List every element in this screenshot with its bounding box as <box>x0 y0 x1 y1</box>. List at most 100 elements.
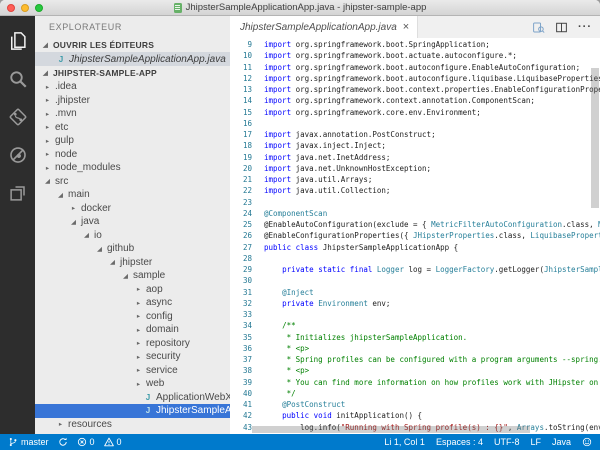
tree-item-service[interactable]: ▸service <box>35 364 230 378</box>
close-window-button[interactable] <box>7 4 15 12</box>
status-encoding[interactable]: UTF-8 <box>494 437 520 447</box>
line-number: 35 <box>230 332 252 343</box>
tree-item-docker[interactable]: ▸docker <box>35 202 230 216</box>
tree-item-node-modules[interactable]: ▸node_modules <box>35 161 230 175</box>
tree-item-main[interactable]: ◢main <box>35 188 230 202</box>
line-number: 13 <box>230 84 252 95</box>
code-text: @ComponentScan <box>264 208 327 219</box>
status-git-branch[interactable]: master <box>8 437 49 447</box>
code-text: import javax.annotation.PostConstruct; <box>264 129 436 140</box>
tab-close-icon[interactable]: × <box>403 22 409 33</box>
tree-item-node[interactable]: ▸node <box>35 148 230 162</box>
twistie-expanded-icon: ◢ <box>41 69 50 77</box>
tree-item-label: security <box>146 351 180 362</box>
code-line: 39 * You can find more information on ho… <box>230 377 600 388</box>
tree-item-async[interactable]: ▸async <box>35 296 230 310</box>
feedback-smiley-icon <box>582 437 592 447</box>
code-line: 42 public void initApplication() { <box>230 410 600 421</box>
code-text: private Environment env; <box>264 298 390 309</box>
tree-item-jhipster[interactable]: ◢jhipster <box>35 256 230 270</box>
tree-item-src[interactable]: ◢src <box>35 175 230 189</box>
code-line: 17import javax.annotation.PostConstruct; <box>230 129 600 140</box>
tree-item-security[interactable]: ▸security <box>35 350 230 364</box>
tree-item-github[interactable]: ◢github <box>35 242 230 256</box>
status-error-count-label: 0 <box>90 437 95 447</box>
tree-item-java[interactable]: ◢java <box>35 215 230 229</box>
open-editor-item[interactable]: JJhipsterSampleApplicationApp.javasrc/m.… <box>35 52 230 66</box>
status-bar-right: Li 1, Col 1 Espaces : 4 UTF-8 LF Java <box>384 437 592 447</box>
status-indentation[interactable]: Espaces : 4 <box>436 437 483 447</box>
tree-item-web[interactable]: ▸web <box>35 377 230 391</box>
java-file-icon <box>174 3 182 13</box>
status-error-count[interactable]: 0 <box>77 437 95 447</box>
tree-item--jhipster[interactable]: ▸.jhipster <box>35 94 230 108</box>
tab-label: JhipsterSampleApplicationApp.java <box>240 22 397 33</box>
explorer-icon[interactable] <box>0 22 35 60</box>
source-control-icon[interactable] <box>0 98 35 136</box>
tree-item-label: domain <box>146 324 179 335</box>
zoom-window-button[interactable] <box>35 4 43 12</box>
java-file-icon: J <box>143 393 153 402</box>
tree-item-jhipstersampleapplicationapp-java[interactable]: JJhipsterSampleApplicationApp.java <box>35 404 230 418</box>
vertical-scrollbar[interactable] <box>591 68 599 208</box>
status-feedback[interactable] <box>582 437 592 447</box>
code-text: import org.springframework.boot.SpringAp… <box>264 39 490 50</box>
code-line: 36 * <p> <box>230 343 600 354</box>
line-number: 25 <box>230 219 252 230</box>
code-line: 41 @PostConstruct <box>230 399 600 410</box>
status-end-of-line-label: LF <box>530 437 541 447</box>
code-text: private static final Logger log = Logger… <box>264 264 600 275</box>
status-warning-count[interactable]: 0 <box>104 437 122 447</box>
more-actions-icon[interactable]: ··· <box>578 21 592 33</box>
status-cursor-position[interactable]: Li 1, Col 1 <box>384 437 425 447</box>
tree-item--mvn[interactable]: ▸.mvn <box>35 107 230 121</box>
project-section-header[interactable]: ◢ JHIPSTER-SAMPLE-APP <box>35 66 230 80</box>
tree-item-domain[interactable]: ▸domain <box>35 323 230 337</box>
extensions-icon[interactable] <box>0 174 35 212</box>
code-line: 22import java.util.Collection; <box>230 185 600 196</box>
tab-jhipstersampleapplicationapp[interactable]: JhipsterSampleApplicationApp.java × <box>230 16 418 38</box>
open-editors-section-header[interactable]: ◢ OUVRIR LES ÉDITEURS <box>35 38 230 52</box>
search-icon[interactable] <box>0 60 35 98</box>
twistie-collapsed-icon: ▸ <box>43 150 52 158</box>
project-label: JHIPSTER-SAMPLE-APP <box>53 68 157 78</box>
tree-item-applicationwebxml-java[interactable]: JApplicationWebXml.java <box>35 391 230 405</box>
tree-item--idea[interactable]: ▸.idea <box>35 80 230 94</box>
tree-item-resources[interactable]: ▸resources <box>35 418 230 432</box>
open-preview-icon[interactable] <box>532 21 545 34</box>
tree-item-repository[interactable]: ▸repository <box>35 337 230 351</box>
tree-item-gulp[interactable]: ▸gulp <box>35 134 230 148</box>
horizontal-scrollbar[interactable] <box>252 426 530 433</box>
line-number: 43 <box>230 422 252 433</box>
code-text: /** <box>264 320 296 331</box>
twistie-collapsed-icon: ▸ <box>43 137 52 145</box>
code-text: */ <box>264 388 296 399</box>
line-number: 37 <box>230 354 252 365</box>
line-number: 26 <box>230 230 252 241</box>
tree-item-aop[interactable]: ▸aop <box>35 283 230 297</box>
tree-item-io[interactable]: ◢io <box>35 229 230 243</box>
split-editor-icon[interactable] <box>555 21 568 34</box>
minimize-window-button[interactable] <box>21 4 29 12</box>
tree-item-sample[interactable]: ◢sample <box>35 269 230 283</box>
code-line: 40 */ <box>230 388 600 399</box>
tree-item-label: .mvn <box>55 108 77 119</box>
code-line: 15import org.springframework.core.env.En… <box>230 107 600 118</box>
status-end-of-line[interactable]: LF <box>530 437 541 447</box>
twistie-collapsed-icon: ▸ <box>56 420 65 428</box>
status-sync[interactable] <box>58 437 68 447</box>
code-text: import org.springframework.core.env.Envi… <box>264 107 481 118</box>
twistie-expanded-icon: ◢ <box>69 218 78 226</box>
code-lines: 9import org.springframework.boot.SpringA… <box>230 38 600 434</box>
code-editor[interactable]: 9import org.springframework.boot.SpringA… <box>230 38 600 434</box>
line-number: 16 <box>230 118 252 129</box>
tree-item-config[interactable]: ▸config <box>35 310 230 324</box>
debug-icon[interactable] <box>0 136 35 174</box>
tree-item-label: .jhipster <box>55 95 90 106</box>
line-number: 19 <box>230 152 252 163</box>
tree-item-label: jhipster <box>120 257 152 268</box>
status-language-mode[interactable]: Java <box>552 437 571 447</box>
tree-item-etc[interactable]: ▸etc <box>35 121 230 135</box>
line-number: 23 <box>230 197 252 208</box>
twistie-expanded-icon: ◢ <box>108 258 117 266</box>
